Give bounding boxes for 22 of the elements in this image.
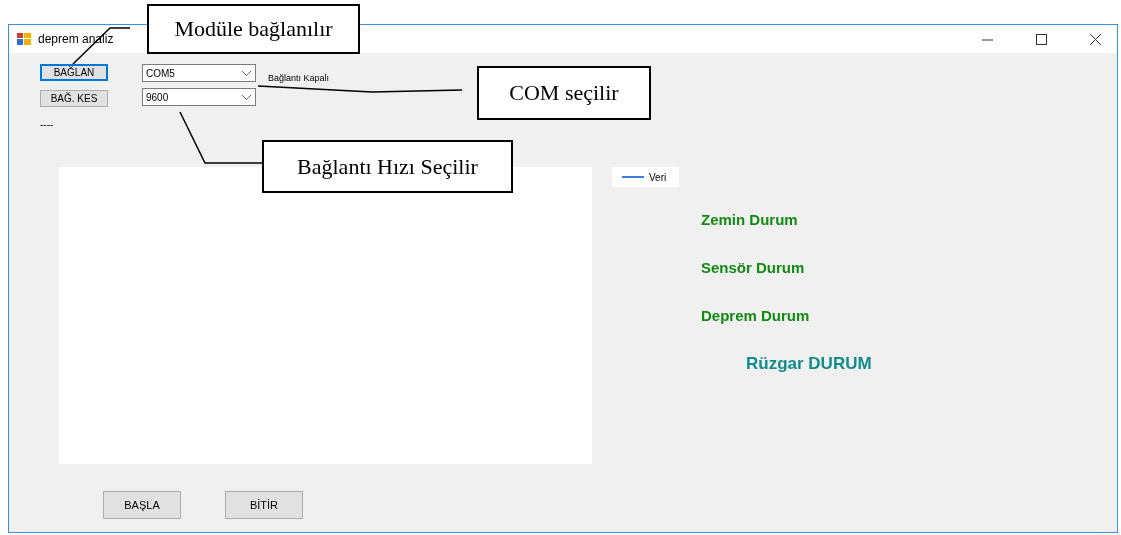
- maximize-icon[interactable]: [1036, 33, 1047, 45]
- status-label: Rüzgar DURUM: [746, 354, 872, 373]
- start-button[interactable]: BAŞLA: [103, 491, 181, 519]
- connection-status: Bağlantı Kapalı: [268, 73, 330, 83]
- line-icon: [622, 176, 644, 178]
- status-label: Sensör Durum: [701, 258, 805, 277]
- connect-button[interactable]: BAĞLAN: [40, 64, 108, 81]
- chevron-down-icon: [242, 70, 251, 76]
- indicator-label: ----: [40, 120, 54, 130]
- chevron-down-icon: [242, 94, 251, 100]
- disconnect-button[interactable]: BAĞ. KES: [40, 90, 108, 107]
- status-label: Zemin Durum: [701, 210, 798, 229]
- callout-box: COM seçilir: [477, 66, 651, 120]
- close-icon[interactable]: [1090, 33, 1101, 45]
- baud-dropdown[interactable]: 9600: [142, 88, 256, 106]
- callout-box: Bağlantı Hızı Seçilir: [262, 140, 513, 193]
- stop-button[interactable]: BİTİR: [225, 491, 303, 519]
- port-dropdown[interactable]: COM5: [142, 64, 256, 82]
- status-label: Deprem Durum: [701, 306, 810, 325]
- legend-label: Veri: [649, 171, 667, 183]
- app-icon: [17, 33, 31, 45]
- callout-box: Modüle bağlanılır: [147, 4, 360, 54]
